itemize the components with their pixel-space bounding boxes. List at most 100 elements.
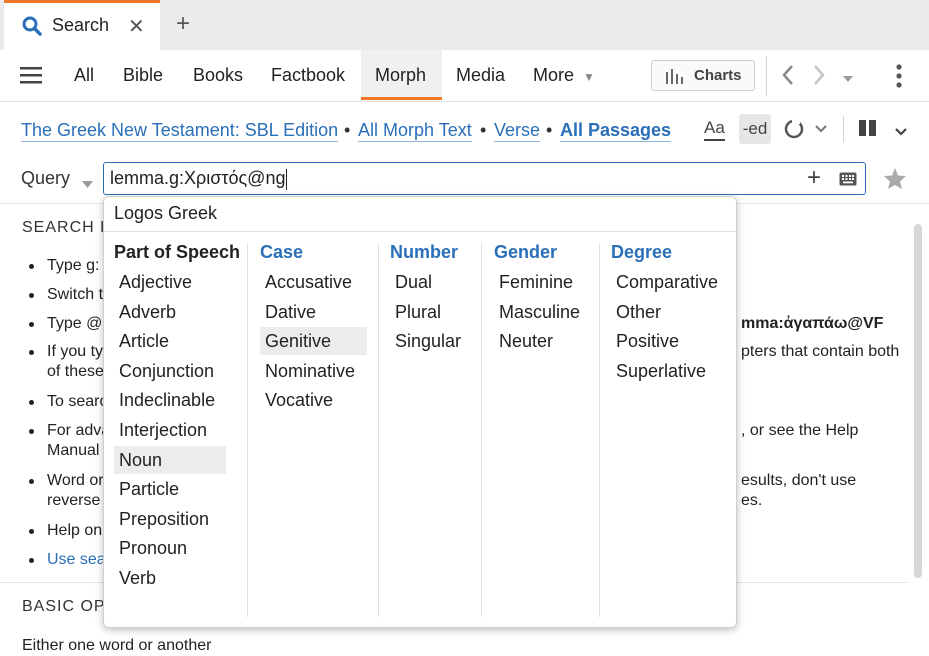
option-adjective[interactable]: Adjective <box>114 268 226 296</box>
bar-chart-icon <box>666 68 684 88</box>
help-line: Type g: <box>47 257 100 274</box>
star-icon[interactable] <box>883 167 907 195</box>
charts-button[interactable]: Charts <box>651 60 755 91</box>
option-neuter[interactable]: Neuter <box>494 327 589 355</box>
option-superlative[interactable]: Superlative <box>611 357 726 385</box>
toolbar-divider <box>843 116 844 142</box>
option-feminine[interactable]: Feminine <box>494 268 589 296</box>
toolbar-divider <box>766 56 767 96</box>
basic-section-title: BASIC OP <box>22 598 106 615</box>
forward-arrow-icon[interactable] <box>812 64 826 91</box>
close-tab-icon[interactable]: ✕ <box>128 14 145 39</box>
bullet <box>29 558 34 563</box>
help-line: To searc <box>47 393 108 410</box>
option-masculine[interactable]: Masculine <box>494 298 589 326</box>
resource-link[interactable]: The Greek New Testament: SBL Edition <box>21 119 339 142</box>
more-label: More <box>533 65 575 85</box>
columns-icon[interactable] <box>858 119 878 142</box>
help-section-title: SEARCH H <box>22 219 113 236</box>
column-header: Number <box>390 242 459 262</box>
column-divider <box>378 243 379 617</box>
text-scope-link[interactable]: All Morph Text <box>358 119 472 142</box>
ed-toggle-button[interactable]: -ed <box>739 114 771 144</box>
tab-books[interactable]: Books <box>193 50 243 100</box>
option-verb[interactable]: Verb <box>114 564 226 592</box>
query-type-dropdown-icon[interactable] <box>82 175 93 193</box>
bullet <box>29 293 34 298</box>
tab-all[interactable]: All <box>74 50 94 100</box>
option-adverb[interactable]: Adverb <box>114 298 226 326</box>
bullet <box>29 400 34 405</box>
separator-dot: • <box>546 120 553 140</box>
bullet <box>29 429 34 434</box>
option-other[interactable]: Other <box>611 298 726 326</box>
search-icon <box>22 16 42 41</box>
help-line: of these <box>47 363 104 380</box>
help-line: Manual <box>47 442 100 459</box>
tab-bible[interactable]: Bible <box>123 50 163 100</box>
chevron-down-icon[interactable] <box>894 124 908 142</box>
option-dual[interactable]: Dual <box>390 268 470 296</box>
query-text: lemma.g:Χριστός@ng <box>110 168 286 188</box>
text-caret <box>286 169 287 190</box>
option-positive[interactable]: Positive <box>611 327 726 355</box>
column-divider <box>599 243 600 617</box>
keyboard-icon[interactable] <box>839 172 857 191</box>
column-header: Case <box>260 242 304 262</box>
option-genitive[interactable]: Genitive <box>260 327 367 356</box>
option-accusative[interactable]: Accusative <box>260 268 367 296</box>
option-vocative[interactable]: Vocative <box>260 386 367 414</box>
tab-more[interactable]: More ▼ <box>533 50 595 100</box>
bullet <box>29 322 34 327</box>
option-dative[interactable]: Dative <box>260 298 367 326</box>
option-conjunction[interactable]: Conjunction <box>114 357 226 385</box>
help-line-fragment: esults, don't use <box>741 472 857 489</box>
add-query-icon[interactable]: + <box>807 164 821 192</box>
new-tab-button[interactable]: + <box>176 10 190 38</box>
help-link[interactable]: Use sea <box>47 550 106 570</box>
dropdown-divider <box>104 231 736 232</box>
help-line: For adva <box>47 422 111 439</box>
back-arrow-icon[interactable] <box>781 64 795 91</box>
unit-link[interactable]: Verse <box>494 119 541 142</box>
tab-title: Search <box>52 15 110 35</box>
bullet <box>29 529 34 534</box>
query-input[interactable]: lemma.g:Χριστός@ng + <box>103 162 866 195</box>
option-noun[interactable]: Noun <box>114 445 226 474</box>
option-nominative[interactable]: Nominative <box>260 357 367 385</box>
option-comparative[interactable]: Comparative <box>611 268 726 296</box>
charts-label: Charts <box>694 67 742 84</box>
dropdown-title: Logos Greek <box>114 203 218 223</box>
option-indeclinable[interactable]: Indeclinable <box>114 386 226 414</box>
column-divider <box>247 243 248 617</box>
help-line: Help on <box>47 522 103 539</box>
column-divider <box>481 243 482 617</box>
column-header: Degree <box>611 242 673 262</box>
tab-morph[interactable]: Morph <box>361 50 442 100</box>
help-line-fragment: es. <box>741 492 763 509</box>
option-pronoun[interactable]: Pronoun <box>114 534 226 562</box>
font-style-button[interactable]: Aa <box>704 117 725 141</box>
tab-media[interactable]: Media <box>456 50 505 100</box>
option-preposition[interactable]: Preposition <box>114 505 226 533</box>
option-interjection[interactable]: Interjection <box>114 416 226 444</box>
option-plural[interactable]: Plural <box>390 298 470 326</box>
menu-icon[interactable] <box>20 66 42 89</box>
scrollbar[interactable] <box>914 224 922 578</box>
help-line: Type @ <box>47 315 103 332</box>
bullet <box>29 264 34 269</box>
option-singular[interactable]: Singular <box>390 327 470 355</box>
help-line: Switch t <box>47 286 104 303</box>
option-particle[interactable]: Particle <box>114 475 226 503</box>
history-dropdown-icon[interactable] <box>842 70 854 88</box>
sync-icon[interactable] <box>783 118 827 145</box>
help-line: Either one word or another <box>22 637 212 654</box>
tab-factbook[interactable]: Factbook <box>271 50 345 100</box>
option-article[interactable]: Article <box>114 327 226 355</box>
range-link[interactable]: All Passages <box>560 119 672 142</box>
more-options-icon[interactable] <box>895 64 903 93</box>
query-label: Query <box>21 168 71 188</box>
help-line: If you ty <box>47 343 104 360</box>
tab-search[interactable]: Search ✕ <box>4 0 160 50</box>
column-header: Part of Speech <box>114 242 241 262</box>
